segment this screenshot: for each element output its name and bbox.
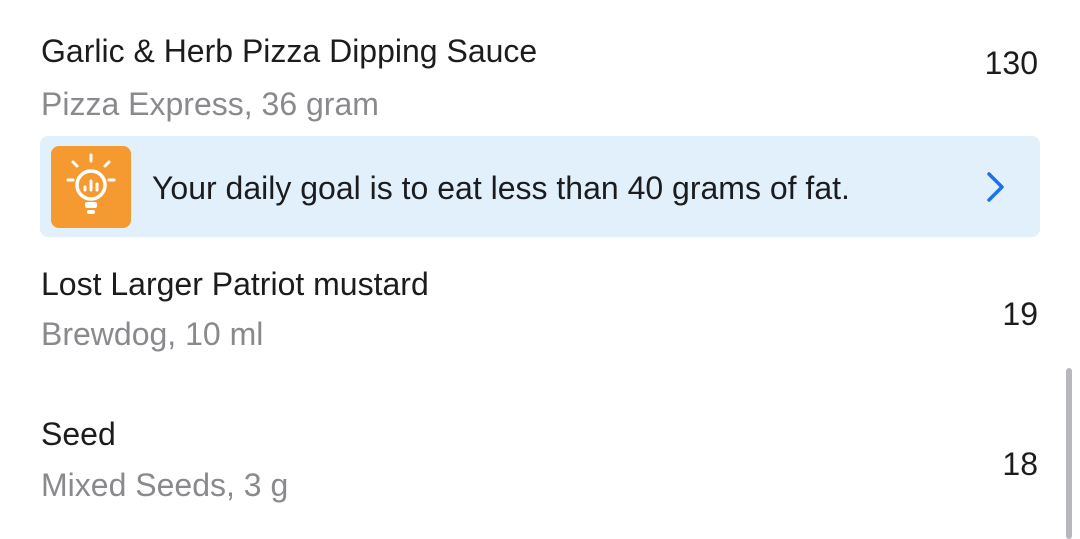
food-entry-row[interactable]: Lost Larger Patriot mustard Brewdog, 10 … bbox=[0, 245, 1080, 375]
food-name: Seed bbox=[41, 416, 116, 452]
food-detail: Pizza Express, 36 gram bbox=[41, 86, 379, 122]
food-detail: Brewdog, 10 ml bbox=[41, 316, 264, 352]
food-detail: Mixed Seeds, 3 g bbox=[41, 467, 289, 503]
food-name: Lost Larger Patriot mustard bbox=[41, 266, 429, 302]
food-entry-row[interactable]: Garlic & Herb Pizza Dipping Sauce Pizza … bbox=[0, 0, 1080, 130]
food-entry-row[interactable]: Seed Mixed Seeds, 3 g 18 bbox=[0, 395, 1080, 539]
tip-message: Your daily goal is to eat less than 40 g… bbox=[152, 170, 850, 206]
food-name: Garlic & Herb Pizza Dipping Sauce bbox=[41, 33, 538, 69]
scroll-indicator[interactable] bbox=[1066, 368, 1072, 539]
nutrition-tip-banner[interactable]: Your daily goal is to eat less than 40 g… bbox=[40, 136, 1040, 237]
food-calories: 130 bbox=[984, 45, 1038, 81]
food-calories: 18 bbox=[1002, 446, 1038, 482]
food-calories: 19 bbox=[1002, 296, 1038, 332]
lightbulb-chart-icon bbox=[51, 146, 131, 228]
chevron-right-icon[interactable] bbox=[984, 170, 1008, 204]
